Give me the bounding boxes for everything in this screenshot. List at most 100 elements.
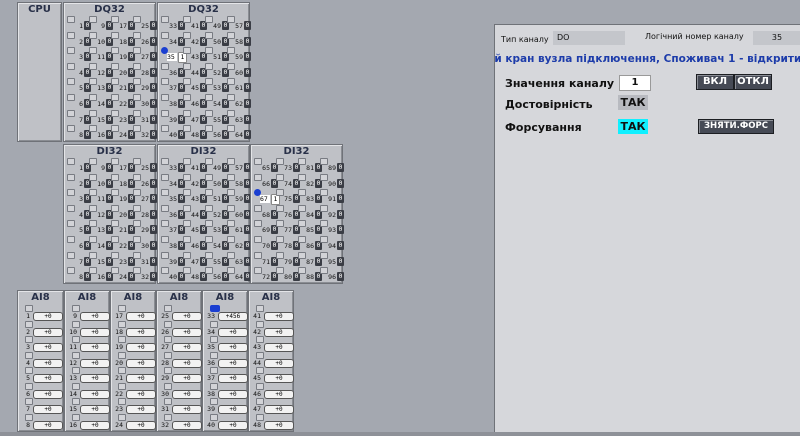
digital-channel-59[interactable]: 59 0: [227, 47, 251, 62]
digital-channel-12[interactable]: 12 0: [89, 204, 113, 219]
digital-channel-16[interactable]: 16 0: [89, 125, 113, 140]
digital-channel-64[interactable]: 64 0: [227, 125, 251, 140]
digital-channel-82[interactable]: 82 0: [298, 173, 322, 188]
digital-channel-26[interactable]: 26 0: [133, 173, 157, 188]
digital-channel-44[interactable]: 44 0: [183, 204, 207, 219]
digital-channel-50[interactable]: 50 0: [205, 173, 229, 188]
digital-channel-49[interactable]: 49 0: [205, 16, 229, 30]
digital-channel-95[interactable]: 95 0: [320, 251, 344, 266]
digital-channel-80[interactable]: 80 0: [276, 267, 300, 282]
digital-channel-22[interactable]: 22 0: [111, 236, 135, 250]
digital-channel-36[interactable]: 36 0: [161, 62, 185, 77]
digital-channel-91[interactable]: 91 0: [320, 189, 344, 204]
digital-channel-55[interactable]: 55 0: [205, 109, 229, 124]
digital-channel-52[interactable]: 52 0: [205, 204, 229, 219]
channel-value-field[interactable]: 1: [619, 75, 651, 91]
analog-channel-15[interactable]: 15 +0: [69, 398, 111, 415]
digital-channel-12[interactable]: 12 0: [89, 62, 113, 77]
digital-channel-19[interactable]: 19 0: [111, 189, 135, 204]
digital-channel-15[interactable]: 15 0: [89, 251, 113, 266]
digital-channel-30[interactable]: 30 0: [133, 236, 157, 250]
digital-channel-50[interactable]: 50 0: [205, 31, 229, 46]
digital-channel-32[interactable]: 32 0: [133, 267, 157, 282]
digital-channel-33[interactable]: 33 0: [161, 158, 185, 172]
io-module-ai8-6[interactable]: AI8 41 +0 42 +0 43 +0 44 +0 45 +0 46 +0 47 +0 48 +0: [248, 290, 294, 432]
digital-channel-17[interactable]: 17 0: [111, 16, 135, 30]
digital-channel-60[interactable]: 60 0: [227, 204, 251, 219]
digital-channel-40[interactable]: 40 0: [161, 267, 185, 282]
digital-channel-60[interactable]: 60 0: [227, 62, 251, 77]
digital-channel-61[interactable]: 61 0: [227, 78, 251, 93]
digital-channel-10[interactable]: 10 0: [89, 173, 113, 188]
digital-channel-49[interactable]: 49 0: [205, 158, 229, 172]
digital-channel-94[interactable]: 94 0: [320, 236, 344, 250]
digital-channel-8[interactable]: 80: [67, 267, 91, 282]
digital-channel-9[interactable]: 90: [89, 16, 113, 30]
digital-channel-28[interactable]: 28 0: [133, 204, 157, 219]
analog-channel-1[interactable]: 1 +0: [22, 305, 64, 322]
io-module-ai8-4[interactable]: AI8 25 +0 26 +0 27 +0 28 +0 29 +0 30 +0 31 +0 32 +0: [156, 290, 202, 432]
digital-channel-58[interactable]: 58 0: [227, 173, 251, 188]
digital-channel-18[interactable]: 18 0: [111, 173, 135, 188]
digital-channel-57[interactable]: 57 0: [227, 16, 251, 30]
analog-channel-23[interactable]: 23 +0: [115, 398, 157, 415]
analog-channel-41[interactable]: 41 +0: [253, 305, 295, 322]
digital-channel-22[interactable]: 22 0: [111, 94, 135, 108]
io-module-ai8-5[interactable]: AI8 33 +456 34 +0 35 +0 36 +0 37 +0 38 +0 39 +0 40 +0: [202, 290, 248, 432]
digital-channel-43[interactable]: 43 0: [183, 47, 207, 62]
digital-channel-11[interactable]: 11 0: [89, 189, 113, 204]
remove-forcing-button[interactable]: ЗНЯТИ.ФОРС: [698, 119, 774, 134]
digital-channel-68[interactable]: 68 0: [254, 204, 278, 219]
io-module-ai8-3[interactable]: AI8 17 +0 18 +0 19 +0 20 +0 21 +0 22 +0 23 +0 24 +0: [110, 290, 156, 432]
digital-channel-56[interactable]: 56 0: [205, 267, 229, 282]
analog-channel-31[interactable]: 31 +0: [161, 398, 203, 415]
digital-channel-76[interactable]: 76 0: [276, 204, 300, 219]
analog-channel-48[interactable]: 48 +0: [253, 413, 295, 431]
digital-channel-26[interactable]: 26 0: [133, 31, 157, 46]
digital-channel-3[interactable]: 30: [67, 47, 91, 62]
digital-channel-47[interactable]: 47 0: [183, 109, 207, 124]
on-button[interactable]: ВКЛ: [696, 74, 734, 90]
digital-channel-19[interactable]: 19 0: [111, 47, 135, 62]
digital-channel-52[interactable]: 52 0: [205, 62, 229, 77]
analog-channel-24[interactable]: 24 +0: [115, 413, 157, 431]
digital-channel-41[interactable]: 41 0: [183, 158, 207, 172]
digital-channel-27[interactable]: 27 0: [133, 189, 157, 204]
digital-channel-40[interactable]: 40 0: [161, 125, 185, 140]
digital-channel-41[interactable]: 41 0: [183, 16, 207, 30]
digital-channel-4[interactable]: 40: [67, 62, 91, 77]
io-module-di32-1[interactable]: DI32 1 0 2 0 3 0 4 0 5 0 6 0 7 0 8 0 9 0 10 0 11 0 12 0 13 0 14 0 15 0…: [63, 144, 157, 284]
analog-channel-29[interactable]: 29 +0: [161, 367, 203, 384]
analog-channel-25[interactable]: 25 +0: [161, 305, 203, 322]
digital-channel-6[interactable]: 60: [67, 236, 91, 250]
digital-channel-74[interactable]: 74 0: [276, 173, 300, 188]
digital-channel-58[interactable]: 58 0: [227, 31, 251, 46]
digital-channel-96[interactable]: 96 0: [320, 267, 344, 282]
digital-channel-63[interactable]: 63 0: [227, 109, 251, 124]
digital-channel-86[interactable]: 86 0: [298, 236, 322, 250]
analog-channel-9[interactable]: 9 +0: [69, 305, 111, 322]
analog-channel-33[interactable]: 33 +456: [207, 305, 249, 322]
digital-channel-59[interactable]: 59 0: [227, 189, 251, 204]
digital-channel-85[interactable]: 85 0: [298, 220, 322, 235]
channel-type-field[interactable]: DO: [553, 31, 625, 45]
digital-channel-54[interactable]: 54 0: [205, 94, 229, 108]
digital-channel-67[interactable]: 67 1: [254, 189, 280, 206]
digital-channel-84[interactable]: 84 0: [298, 204, 322, 219]
digital-channel-23[interactable]: 23 0: [111, 251, 135, 266]
analog-channel-39[interactable]: 39 +0: [207, 398, 249, 415]
digital-channel-57[interactable]: 57 0: [227, 158, 251, 172]
digital-channel-3[interactable]: 30: [67, 189, 91, 204]
digital-channel-14[interactable]: 14 0: [89, 236, 113, 250]
io-module-di32-3[interactable]: DI32 65 0 66 0 67 1 68 0 69 0 70 0 71 0 72 0 73 0 74 0 75 0 76 0…: [250, 144, 344, 284]
analog-channel-37[interactable]: 37 +0: [207, 367, 249, 384]
analog-channel-11[interactable]: 11 +0: [69, 336, 111, 353]
digital-channel-77[interactable]: 77 0: [276, 220, 300, 235]
digital-channel-24[interactable]: 24 0: [111, 125, 135, 140]
digital-channel-27[interactable]: 27 0: [133, 47, 157, 62]
digital-channel-29[interactable]: 29 0: [133, 78, 157, 93]
digital-channel-46[interactable]: 46 0: [183, 94, 207, 108]
digital-channel-88[interactable]: 88 0: [298, 267, 322, 282]
digital-channel-48[interactable]: 48 0: [183, 125, 207, 140]
io-module-dq32-1[interactable]: DQ32 1 0 2 0 3 0 4 0 5 0 6 0 7 0 8 0 9 0 10 0 11 0 12 0 13 0 14 0 15 0…: [63, 2, 157, 142]
